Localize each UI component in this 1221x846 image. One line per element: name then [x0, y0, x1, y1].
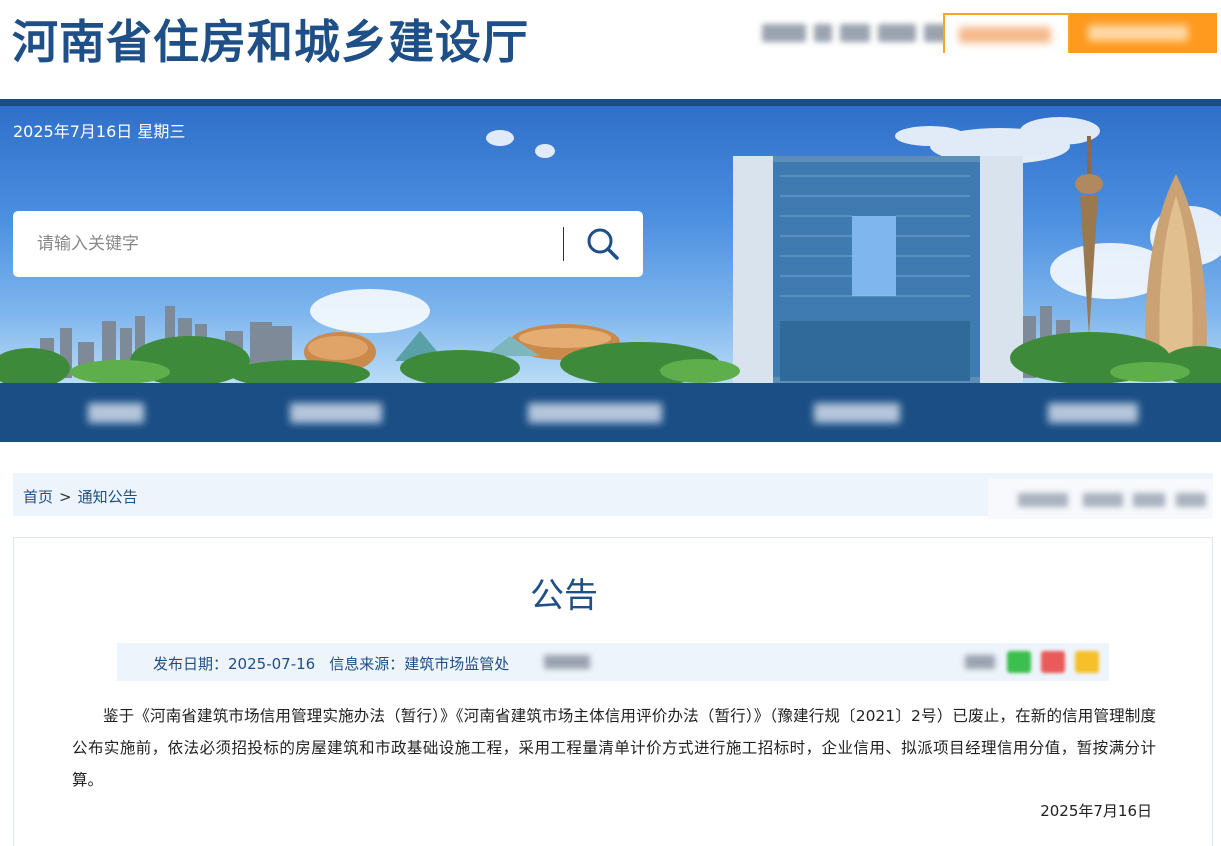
search-box — [13, 211, 643, 277]
breadcrumb-home-link[interactable]: 首页 — [23, 488, 53, 506]
nav-item-4-redacted[interactable] — [814, 403, 900, 423]
share-weibo-icon[interactable] — [1041, 651, 1065, 673]
current-date: 2025年7月16日 星期三 — [13, 122, 186, 141]
header-button-redacted-2[interactable] — [1070, 13, 1217, 53]
publish-date: 2025-07-16 — [228, 655, 316, 673]
main-navigation — [0, 383, 1221, 442]
search-divider — [563, 227, 564, 261]
site-title[interactable]: 河南省住房和城乡建设厅 — [12, 6, 529, 72]
article-panel: 公告 发布日期：2025-07-16 信息来源：建筑市场监管处 鉴于《河南省建筑市… — [13, 537, 1213, 846]
publish-date-label: 发布日期： — [153, 655, 229, 673]
meta-extra-redacted[interactable] — [544, 655, 590, 669]
source-value: 建筑市场监管处 — [404, 655, 510, 673]
header-stripe — [0, 99, 1221, 106]
breadcrumb: 首页 > 通知公告 — [23, 486, 138, 507]
share-qzone-icon[interactable] — [1075, 651, 1099, 673]
article-body: 鉴于《河南省建筑市场信用管理实施办法（暂行）》《河南省建筑市场主体信用评价办法（… — [72, 707, 1156, 789]
share-label-redacted — [965, 655, 995, 669]
search-button[interactable] — [583, 225, 623, 263]
breadcrumb-tools-redacted[interactable] — [988, 479, 1213, 519]
nav-item-5-redacted[interactable] — [1048, 403, 1138, 423]
banner: 2025年7月16日 星期三 — [0, 106, 1221, 383]
breadcrumb-current-link[interactable]: 通知公告 — [78, 488, 138, 506]
nav-item-2-redacted[interactable] — [290, 403, 382, 423]
breadcrumb-bar: 首页 > 通知公告 — [13, 473, 1213, 519]
article-meta: 发布日期：2025-07-16 信息来源：建筑市场监管处 — [153, 653, 509, 674]
breadcrumb-separator: > — [59, 488, 72, 506]
search-input[interactable] — [37, 229, 557, 259]
source-label: 信息来源： — [329, 655, 405, 673]
article-sign-date: 2025年7月16日 — [1040, 802, 1152, 820]
nav-item-1-redacted[interactable] — [88, 403, 144, 423]
nav-item-3-redacted[interactable] — [528, 403, 662, 423]
article-meta-bar: 发布日期：2025-07-16 信息来源：建筑市场监管处 — [117, 643, 1109, 681]
article-title: 公告 — [530, 576, 598, 616]
header-button-redacted-1[interactable] — [943, 13, 1070, 53]
search-icon — [587, 228, 619, 260]
header-links-redacted[interactable] — [762, 24, 954, 48]
share-wechat-icon[interactable] — [1007, 651, 1031, 673]
site-header: 河南省住房和城乡建设厅 — [0, 0, 1221, 99]
